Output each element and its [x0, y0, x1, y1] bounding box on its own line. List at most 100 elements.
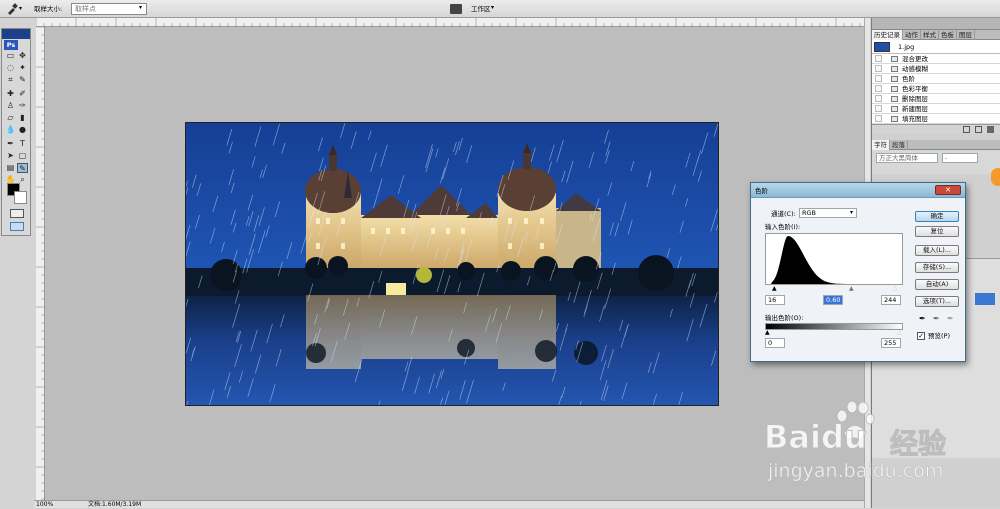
tab-layers[interactable]: 图层: [957, 30, 975, 40]
brush-tool-icon[interactable]: ✐: [17, 89, 28, 99]
history-item-label: 填充图层: [902, 115, 928, 123]
stamp-tool-icon[interactable]: ♙: [5, 101, 16, 111]
tab-history[interactable]: 历史记录: [872, 30, 903, 40]
close-icon[interactable]: ✕: [935, 185, 961, 195]
font-family-select[interactable]: 方正大黑简体: [876, 153, 938, 163]
document-image[interactable]: [185, 122, 719, 406]
history-item[interactable]: 动感模糊: [872, 64, 1000, 74]
reset-button[interactable]: 复位: [915, 226, 959, 237]
font-style-select[interactable]: -: [942, 153, 978, 163]
history-item[interactable]: 填充图层: [872, 114, 1000, 124]
history-source-checkbox[interactable]: [875, 65, 882, 72]
move-tool-icon[interactable]: ✥: [17, 51, 28, 61]
orange-badge-icon[interactable]: [991, 168, 1000, 186]
history-step-icon: [891, 66, 898, 72]
preview-label: 预览(P): [928, 332, 950, 340]
workspace-printer-icon[interactable]: [450, 4, 462, 14]
history-snapshot[interactable]: 1.jpg: [872, 40, 1000, 54]
black-eyedropper-icon[interactable]: ✒: [919, 314, 926, 323]
healing-tool-icon[interactable]: ✚: [5, 89, 16, 99]
dialog-title-bar[interactable]: 色阶 ✕: [751, 183, 965, 198]
input-slider-track[interactable]: ▲ ▲ △: [765, 286, 903, 292]
marquee-tool-icon[interactable]: ▭: [5, 51, 16, 61]
blur-tool-icon[interactable]: 💧: [5, 125, 16, 135]
output-black-field[interactable]: 0: [765, 338, 785, 348]
watermark-brand-suffix: 经验: [890, 422, 946, 462]
history-source-checkbox[interactable]: [875, 95, 882, 102]
eyedropper-tool-icon-box[interactable]: ✎: [17, 163, 28, 173]
save-button[interactable]: 存储(S)...: [915, 262, 959, 273]
background-color-swatch[interactable]: [14, 191, 27, 204]
notes-tool-icon[interactable]: ▤: [5, 163, 16, 173]
tab-paragraph[interactable]: 段落: [890, 140, 908, 150]
layer-selected-row[interactable]: [975, 293, 995, 305]
channel-select[interactable]: RGB: [799, 208, 857, 218]
new-document-icon[interactable]: [963, 126, 970, 133]
input-gamma-handle-icon[interactable]: ▲: [849, 286, 854, 292]
new-snapshot-icon[interactable]: [975, 126, 982, 133]
input-gamma-field[interactable]: 0.60: [823, 295, 843, 305]
eraser-tool-icon[interactable]: ▱: [5, 113, 16, 123]
levels-dialog: 色阶 ✕ 通道(C): RGB ▾ 输入色阶(I): ▲ ▲ △ 16 0.60…: [750, 182, 966, 362]
pen-tool-icon[interactable]: ✒: [5, 139, 16, 149]
trash-icon[interactable]: [987, 126, 994, 133]
crop-tool-icon[interactable]: ⌗: [5, 75, 16, 85]
type-tool-icon[interactable]: T: [17, 139, 28, 149]
input-black-handle-icon[interactable]: ▲: [772, 286, 777, 292]
gradient-tool-icon[interactable]: ▮: [17, 113, 28, 123]
eyedropper-tool-icon[interactable]: [6, 3, 18, 15]
history-source-checkbox[interactable]: [875, 75, 882, 82]
history-step-icon: [891, 86, 898, 92]
toolbox-header: [2, 29, 30, 39]
workspace-menu[interactable]: 工作区: [471, 5, 491, 13]
sample-size-select[interactable]: 取样点: [71, 3, 147, 15]
history-item-label: 删除图层: [902, 95, 928, 103]
history-item[interactable]: 删除图层: [872, 94, 1000, 104]
history-source-checkbox[interactable]: [875, 115, 882, 122]
channel-label: 通道(C):: [771, 210, 796, 218]
sample-size-chevron-icon: ▾: [139, 4, 142, 11]
preview-checkbox[interactable]: ✓: [917, 332, 925, 340]
history-item-label: 色阶: [902, 75, 915, 83]
gray-eyedropper-icon[interactable]: ✒: [933, 314, 940, 323]
input-white-handle-icon[interactable]: △: [893, 286, 898, 292]
history-source-checkbox[interactable]: [875, 105, 882, 112]
tab-styles[interactable]: 样式: [921, 30, 939, 40]
watermark-url: jingyan.baidu.com: [768, 460, 943, 482]
output-black-handle-icon[interactable]: ▲: [765, 330, 770, 336]
path-select-tool-icon[interactable]: ➤: [5, 151, 16, 161]
dodge-tool-icon[interactable]: ●: [17, 125, 28, 135]
output-gradient-bar: [765, 323, 903, 330]
quick-mask-icon[interactable]: [10, 209, 24, 218]
tool-preset-chevron-icon[interactable]: ▾: [19, 5, 22, 12]
history-item[interactable]: 色阶: [872, 74, 1000, 84]
white-eyedropper-icon[interactable]: ✒: [947, 314, 954, 323]
vertical-ruler: [36, 27, 45, 502]
character-panel-tabs: 字符段落: [872, 140, 1000, 150]
output-white-field[interactable]: 255: [881, 338, 901, 348]
input-black-field[interactable]: 16: [765, 295, 785, 305]
ok-button[interactable]: 确定: [915, 211, 959, 222]
tab-actions[interactable]: 动作: [903, 30, 921, 40]
history-source-checkbox[interactable]: [875, 85, 882, 92]
slice-tool-icon[interactable]: ✎: [17, 75, 28, 85]
tab-swatches[interactable]: 色板: [939, 30, 957, 40]
options-button[interactable]: 选项(T)...: [915, 296, 959, 307]
history-source-checkbox[interactable]: [875, 55, 882, 62]
options-bar: ▾ 取样大小: 取样点 ▾ 工作区 ▾: [0, 0, 1000, 18]
lasso-tool-icon[interactable]: ◌: [5, 63, 16, 73]
shape-tool-icon[interactable]: ▢: [17, 151, 28, 161]
baidu-jingyan-watermark: Baidu 经验 jingyan.baidu.com: [760, 400, 1000, 500]
history-item[interactable]: 色彩平衡: [872, 84, 1000, 94]
screen-mode-icon[interactable]: [10, 222, 24, 231]
magic-wand-tool-icon[interactable]: ✦: [17, 63, 28, 73]
history-item[interactable]: 新建图层: [872, 104, 1000, 114]
tab-character[interactable]: 字符: [872, 140, 890, 150]
history-item-label: 色彩平衡: [902, 85, 928, 93]
output-white-handle-icon[interactable]: △: [897, 330, 902, 336]
auto-button[interactable]: 自动(A): [915, 279, 959, 290]
history-item[interactable]: 混合更改: [872, 54, 1000, 64]
history-brush-tool-icon[interactable]: ✑: [17, 101, 28, 111]
load-button[interactable]: 载入(L)...: [915, 245, 959, 256]
input-white-field[interactable]: 244: [881, 295, 901, 305]
